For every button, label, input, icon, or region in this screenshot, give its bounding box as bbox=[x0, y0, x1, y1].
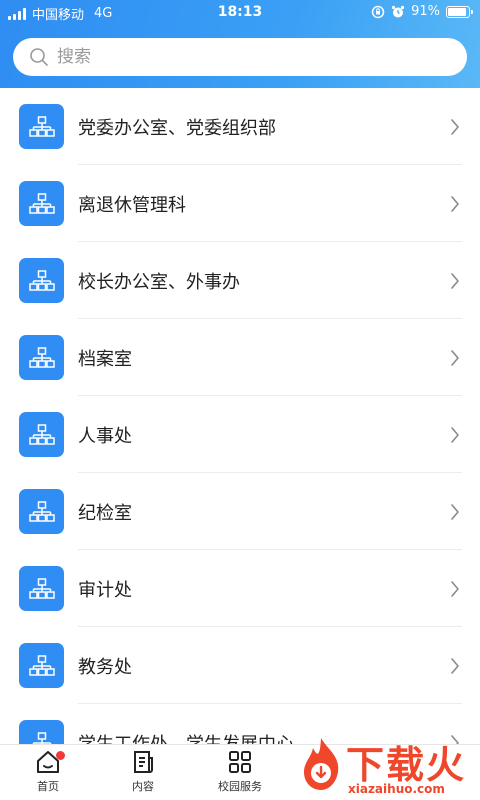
search-bar[interactable] bbox=[13, 38, 467, 76]
org-chart-icon bbox=[19, 412, 64, 457]
chevron-right-icon bbox=[451, 195, 459, 212]
status-right: 91% bbox=[371, 4, 473, 19]
tab-home-label: 首页 bbox=[37, 780, 59, 793]
watermark-brand: 下载火 bbox=[346, 743, 467, 787]
chevron-right-icon bbox=[451, 118, 459, 135]
search-icon bbox=[30, 48, 48, 66]
battery-icon bbox=[446, 5, 473, 18]
battery-percent: 91% bbox=[411, 4, 440, 19]
header: 中国移动 4G 18:13 91% bbox=[0, 0, 480, 92]
tab-content[interactable]: 内容 bbox=[103, 749, 183, 799]
list-item[interactable]: 档案室 bbox=[0, 319, 480, 396]
list-item-label: 党委办公室、党委组织部 bbox=[78, 117, 276, 139]
tab-campus-service-label: 校园服务 bbox=[218, 780, 262, 793]
search-input[interactable] bbox=[57, 47, 437, 67]
list-item-label: 人事处 bbox=[78, 425, 132, 447]
org-chart-icon bbox=[19, 643, 64, 688]
list-item[interactable]: 离退休管理科 bbox=[0, 165, 480, 242]
chevron-right-icon bbox=[451, 349, 459, 366]
org-chart-icon bbox=[19, 181, 64, 226]
battery-fill bbox=[448, 7, 467, 16]
tab-content-label: 内容 bbox=[132, 780, 154, 793]
org-chart-icon bbox=[19, 720, 64, 744]
notification-badge bbox=[56, 751, 65, 760]
tab-home[interactable]: 首页 bbox=[8, 749, 88, 799]
grid-icon bbox=[229, 751, 251, 773]
list-item-label: 教务处 bbox=[78, 656, 132, 678]
chevron-right-icon bbox=[451, 580, 459, 597]
org-chart-icon bbox=[19, 335, 64, 380]
document-icon bbox=[134, 751, 153, 773]
list-item-label: 档案室 bbox=[78, 348, 132, 370]
list-item-label: 纪检室 bbox=[78, 502, 132, 524]
tab-campus-service[interactable]: 校园服务 bbox=[200, 749, 280, 799]
chevron-right-icon bbox=[451, 657, 459, 674]
chevron-right-icon bbox=[451, 272, 459, 289]
org-chart-icon bbox=[19, 258, 64, 303]
list-item-label: 审计处 bbox=[78, 579, 132, 601]
list-item[interactable]: 党委办公室、党委组织部 bbox=[0, 88, 480, 165]
org-chart-icon bbox=[19, 104, 64, 149]
list-item[interactable]: 纪检室 bbox=[0, 473, 480, 550]
chevron-right-icon bbox=[451, 426, 459, 443]
org-chart-icon bbox=[19, 566, 64, 611]
alarm-icon bbox=[391, 5, 405, 17]
list-item[interactable]: 人事处 bbox=[0, 396, 480, 473]
list-item[interactable]: 校长办公室、外事办 bbox=[0, 242, 480, 319]
rotation-lock-icon bbox=[371, 5, 385, 18]
flame-logo-icon bbox=[304, 738, 339, 790]
watermark-url: xiazaihuo.com bbox=[348, 782, 445, 796]
list-item-label: 离退休管理科 bbox=[78, 194, 186, 216]
list-item-label: 校长办公室、外事办 bbox=[78, 271, 240, 293]
chevron-right-icon bbox=[451, 503, 459, 520]
org-chart-icon bbox=[19, 489, 64, 534]
department-list: 党委办公室、党委组织部 离退休管理科 校长办公室、外事办 档案室 人事处 纪检室… bbox=[0, 88, 480, 744]
list-item[interactable]: 教务处 bbox=[0, 627, 480, 704]
status-bar: 中国移动 4G 18:13 91% bbox=[0, 0, 480, 26]
watermark: 下载火 xiazaihuo.com bbox=[298, 728, 480, 800]
list-item[interactable]: 审计处 bbox=[0, 550, 480, 627]
